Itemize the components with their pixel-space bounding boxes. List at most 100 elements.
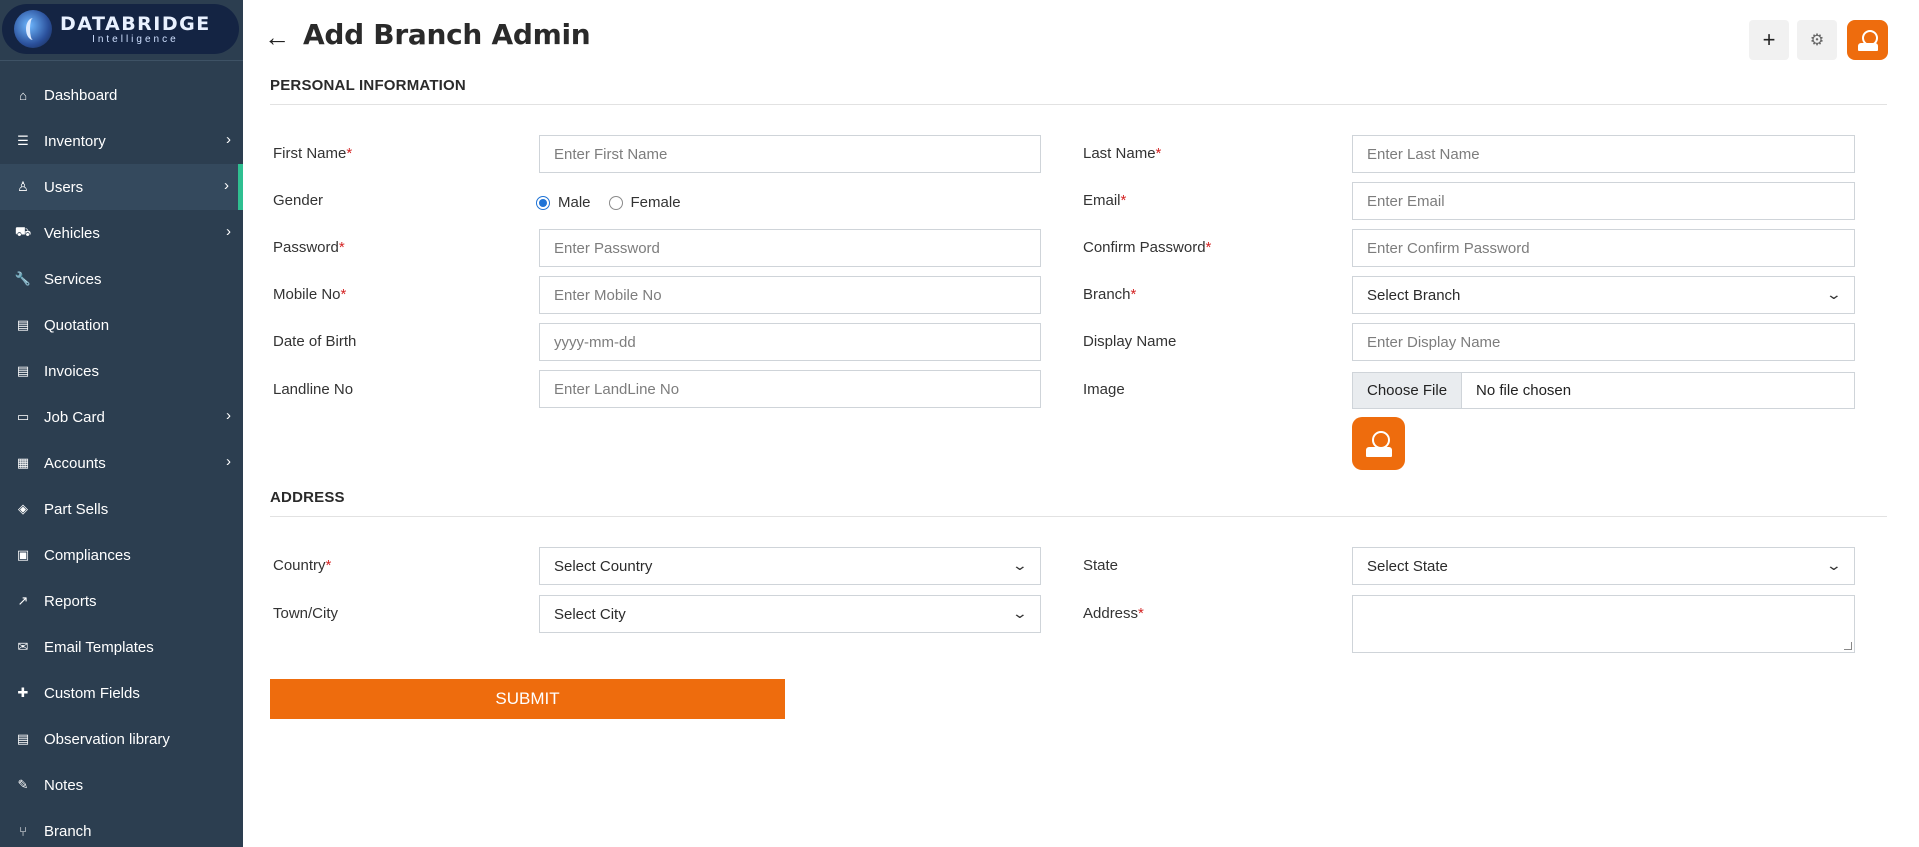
state-label: State	[1083, 557, 1119, 574]
plus-icon: +	[1762, 27, 1776, 52]
password-input[interactable]: Enter Password	[539, 229, 1041, 267]
file-icon: ▤	[16, 731, 30, 746]
sidebar-item-accounts[interactable]: ▦ Accounts ›	[0, 440, 243, 486]
section-divider	[270, 516, 1887, 517]
back-arrow-icon[interactable]: ←	[264, 24, 290, 50]
sidebar-item-invoices[interactable]: ▤ Invoices	[0, 348, 243, 394]
mobile-input[interactable]: Enter Mobile No	[539, 276, 1041, 314]
email-label: Email*	[1083, 192, 1127, 209]
sidebar-item-label: Users	[44, 178, 84, 196]
sidebar-item-label: Dashboard	[44, 86, 118, 104]
sidebar-item-part-sells[interactable]: ◈ Part Sells	[0, 486, 243, 532]
sidebar-item-reports[interactable]: ↗ Reports	[0, 578, 243, 624]
required-mark: *	[340, 286, 347, 303]
choose-file-button[interactable]: Choose File	[1353, 373, 1463, 408]
sidebar-item-vehicles[interactable]: ⛟ Vehicles ›	[0, 210, 243, 256]
user-avatar-button[interactable]	[1847, 20, 1888, 60]
edit-icon: ✎	[17, 777, 29, 792]
address-textarea[interactable]	[1352, 595, 1855, 653]
country-select[interactable]: Select Country ⌄	[539, 547, 1041, 585]
email-input[interactable]: Enter Email	[1352, 182, 1855, 220]
sidebar: DATABRIDGE Intelligence ⌂ Dashboard ☰ In…	[0, 0, 243, 847]
settings-button[interactable]: ⚙	[1797, 20, 1837, 60]
display-name-label: Display Name	[1083, 333, 1177, 350]
country-select-value: Select Country	[554, 557, 653, 575]
last-name-input[interactable]: Enter Last Name	[1352, 135, 1855, 173]
avatar-placeholder-icon	[1364, 429, 1394, 459]
address-label: Address*	[1083, 605, 1144, 622]
city-select[interactable]: Select City ⌄	[539, 595, 1041, 633]
chevron-down-icon: ⌄	[1825, 557, 1843, 573]
page-title: Add Branch Admin	[303, 18, 591, 51]
sidebar-item-label: Invoices	[44, 362, 100, 380]
sidebar-item-label: Notes	[44, 776, 84, 794]
state-select-value: Select State	[1367, 557, 1448, 575]
state-select[interactable]: Select State ⌄	[1352, 547, 1855, 585]
gender-male-radio[interactable]	[536, 195, 550, 210]
sidebar-item-label: Vehicles	[44, 224, 100, 242]
first-name-input[interactable]: Enter First Name	[539, 135, 1041, 173]
submit-button[interactable]: SUBMIT	[270, 679, 785, 719]
sidebar-item-inventory[interactable]: ☰ Inventory ›	[0, 118, 243, 164]
sidebar-item-services[interactable]: 🔧 Services	[0, 256, 243, 302]
chevron-right-icon: ›	[226, 407, 231, 424]
gender-female-label[interactable]: Female	[631, 194, 681, 211]
sidebar-item-custom-fields[interactable]: ✚ Custom Fields	[0, 670, 243, 716]
sidebar-item-label: Quotation	[44, 316, 110, 334]
sidebar-item-label: Services	[44, 270, 102, 288]
brand-logo-icon	[14, 10, 52, 48]
sidebar-item-label: Branch	[44, 822, 92, 840]
required-mark: *	[1120, 192, 1127, 209]
sidebar-item-label: Custom Fields	[44, 684, 140, 702]
puzzle-icon: ✚	[17, 685, 29, 700]
country-label: Country*	[273, 557, 332, 574]
sidebar-item-job-card[interactable]: ▭ Job Card ›	[0, 394, 243, 440]
image-file-input[interactable]: Choose File No file chosen	[1352, 372, 1855, 409]
wrench-icon: 🔧	[14, 271, 32, 286]
confirm-password-input[interactable]: Enter Confirm Password	[1352, 229, 1855, 267]
sidebar-item-users[interactable]: ♙ Users ›	[0, 164, 243, 210]
landline-input[interactable]: Enter LandLine No	[539, 370, 1041, 408]
chevron-down-icon: ⌄	[1825, 286, 1843, 302]
required-mark: *	[338, 239, 345, 256]
sidebar-item-email-templates[interactable]: ✉ Email Templates	[0, 624, 243, 670]
sidebar-item-label: Reports	[44, 592, 97, 610]
resize-handle-icon[interactable]	[1844, 642, 1852, 650]
branch-select[interactable]: Select Branch ⌄	[1352, 276, 1855, 314]
branch-label: Branch*	[1083, 286, 1137, 303]
sidebar-item-notes[interactable]: ✎ Notes	[0, 762, 243, 808]
sidebar-item-compliances[interactable]: ▣ Compliances	[0, 532, 243, 578]
chevron-down-icon: ⌄	[1011, 605, 1029, 621]
branch-select-value: Select Branch	[1367, 286, 1461, 304]
section-divider	[270, 104, 1887, 105]
sidebar-item-branch[interactable]: ⑂ Branch	[0, 808, 243, 847]
chevron-right-icon: ›	[224, 177, 229, 194]
sidebar-item-label: Inventory	[44, 132, 106, 150]
envelope-icon: ✉	[17, 639, 29, 654]
avatar-icon	[1857, 29, 1879, 51]
brand-logo[interactable]: DATABRIDGE Intelligence	[2, 4, 239, 54]
gender-label: Gender	[273, 192, 324, 209]
sidebar-item-observation-library[interactable]: ▤ Observation library	[0, 716, 243, 762]
tag-icon: ◈	[18, 501, 28, 516]
mobile-label: Mobile No*	[273, 286, 347, 303]
sidebar-item-label: Job Card	[44, 408, 105, 426]
gender-female-radio[interactable]	[608, 195, 623, 210]
gender-male-label[interactable]: Male	[558, 194, 591, 211]
section-title-address: ADDRESS	[270, 489, 345, 506]
image-preview	[1352, 417, 1405, 470]
card-icon: ▭	[16, 409, 30, 424]
user-icon: ♙	[17, 179, 29, 194]
add-button[interactable]: +	[1749, 20, 1789, 60]
display-name-input[interactable]: Enter Display Name	[1352, 323, 1855, 361]
confirm-password-label: Confirm Password*	[1083, 239, 1212, 256]
file-status-text: No file chosen	[1476, 382, 1572, 399]
sidebar-item-dashboard[interactable]: ⌂ Dashboard	[0, 72, 243, 118]
image-label: Image	[1083, 381, 1125, 398]
dob-input[interactable]: yyyy-mm-dd	[539, 323, 1041, 361]
chevron-right-icon: ›	[226, 223, 231, 240]
city-select-value: Select City	[554, 605, 626, 623]
gear-icon: ⚙	[1809, 32, 1825, 49]
sidebar-item-quotation[interactable]: ▤ Quotation	[0, 302, 243, 348]
receipt-icon: ▤	[16, 363, 30, 378]
